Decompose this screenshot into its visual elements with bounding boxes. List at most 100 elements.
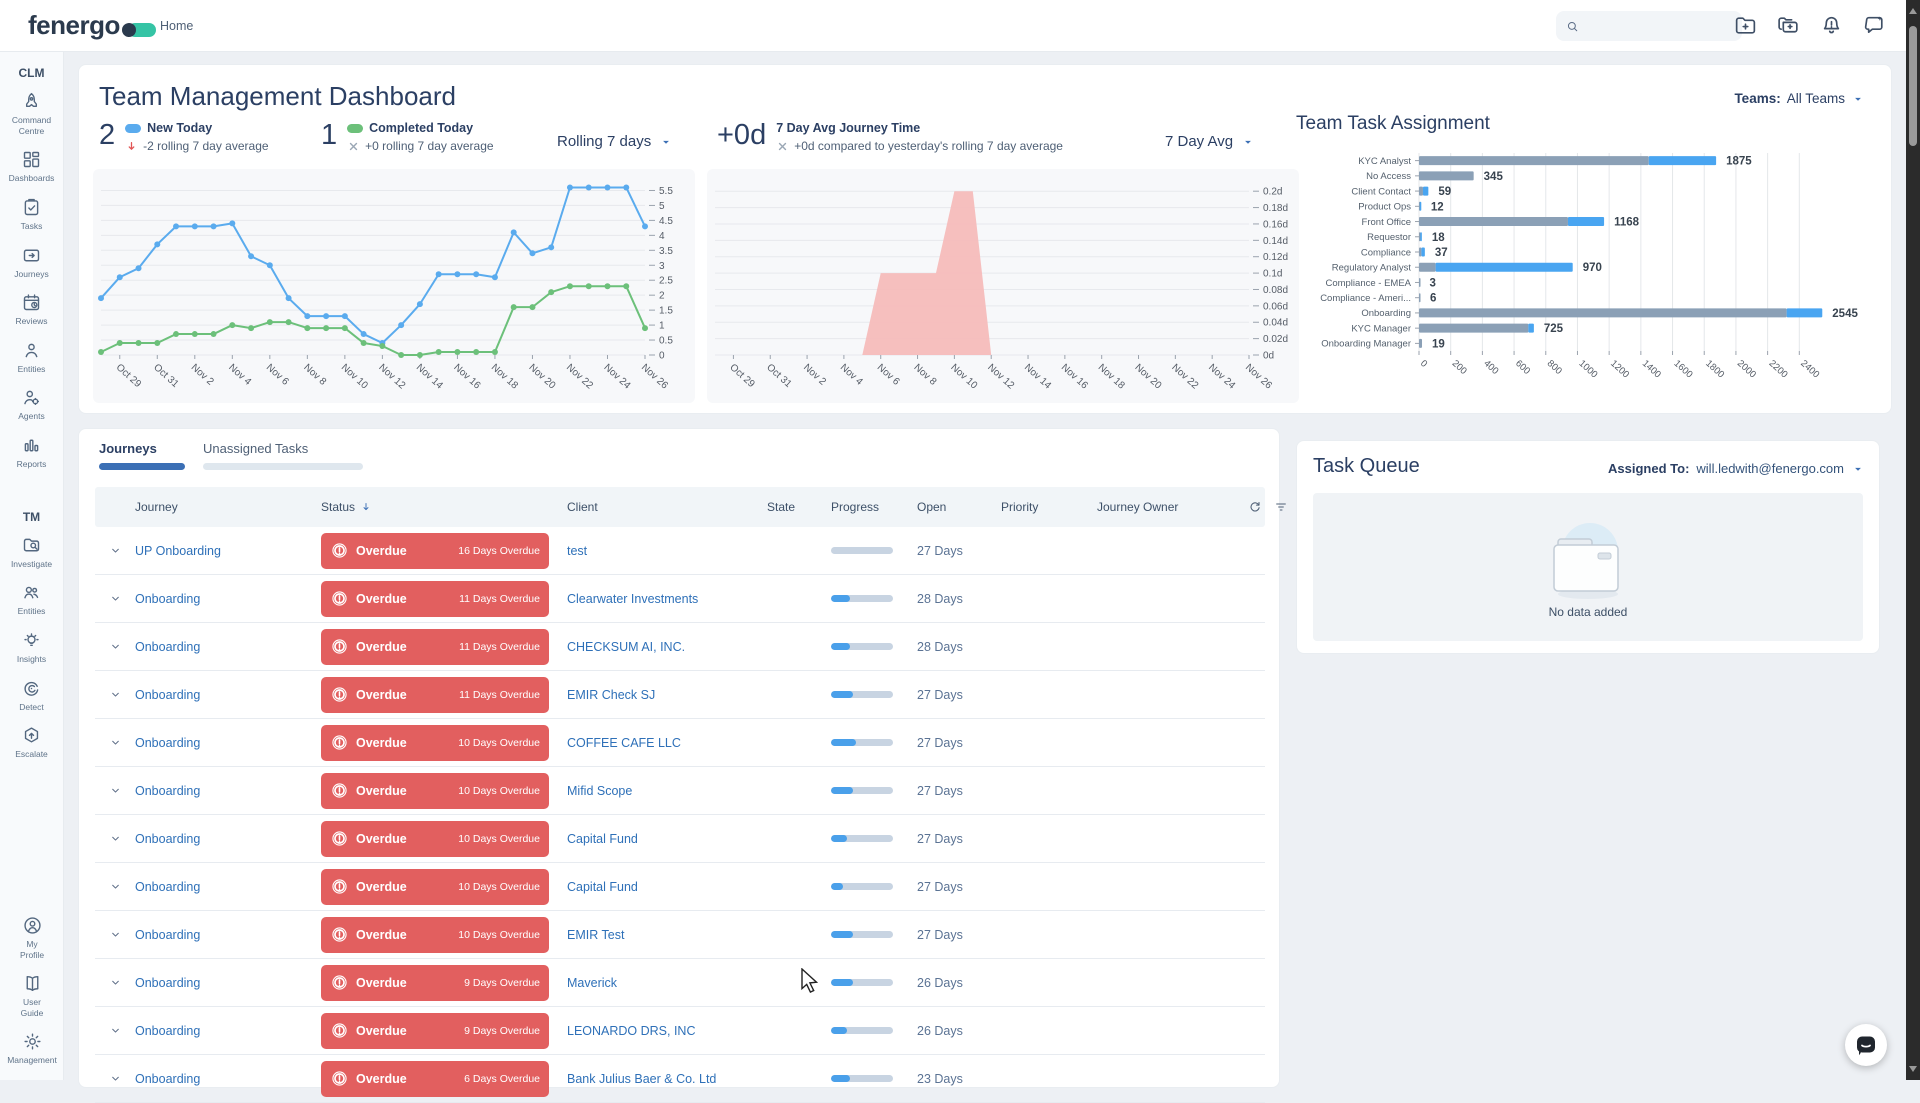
client-link[interactable]: COFFEE CAFE LLC: [567, 736, 681, 750]
sidebar-item-tm-detect[interactable]: Detect: [0, 671, 63, 719]
chevron-down-icon[interactable]: [108, 831, 123, 846]
chevron-down-icon[interactable]: [108, 975, 123, 990]
col-progress[interactable]: Progress: [831, 500, 917, 514]
sidebar-item-my-profile[interactable]: MyProfile: [0, 908, 64, 966]
svg-text:Nov 4: Nov 4: [838, 362, 865, 388]
journey-link[interactable]: Onboarding: [135, 1024, 200, 1038]
table-row[interactable]: OnboardingOverdue9 Days OverdueMaverick2…: [95, 959, 1265, 1007]
journey-link[interactable]: Onboarding: [135, 832, 200, 846]
col-priority[interactable]: Priority: [1001, 500, 1097, 514]
chevron-down-icon[interactable]: [108, 1023, 123, 1038]
filter-icon[interactable]: [1273, 499, 1289, 515]
col-status[interactable]: Status: [321, 500, 567, 514]
sidebar-item-dashboards[interactable]: Dashboards: [0, 142, 63, 190]
chevron-down-icon[interactable]: [108, 927, 123, 942]
journey-link[interactable]: UP Onboarding: [135, 544, 221, 558]
sidebar-item-journeys[interactable]: Journeys: [0, 238, 63, 286]
sidebar-item-tm-escalate[interactable]: Escalate: [0, 718, 63, 766]
table-row[interactable]: OnboardingOverdue10 Days OverdueCapital …: [95, 815, 1265, 863]
journey-link[interactable]: Onboarding: [135, 784, 200, 798]
chat-widget-button[interactable]: [1845, 1024, 1887, 1066]
col-state[interactable]: State: [767, 500, 831, 514]
sidebar-item-tm-investigate[interactable]: Investigate: [0, 528, 63, 576]
tab-journeys[interactable]: Journeys: [99, 441, 185, 470]
scroll-down-arrow[interactable]: [1909, 1066, 1917, 1072]
svg-text:Nov 18: Nov 18: [489, 362, 520, 392]
table-row[interactable]: OnboardingOverdue10 Days OverdueMifid Sc…: [95, 767, 1265, 815]
refresh-icon[interactable]: [1247, 499, 1263, 515]
client-link[interactable]: LEONARDO DRS, INC: [567, 1024, 696, 1038]
sidebar-item-management[interactable]: Management: [0, 1024, 64, 1072]
journey-link[interactable]: Onboarding: [135, 976, 200, 990]
chevron-down-icon[interactable]: [108, 639, 123, 654]
journey-link[interactable]: Onboarding: [135, 880, 200, 894]
client-link[interactable]: Capital Fund: [567, 832, 638, 846]
svg-text:2545: 2545: [1832, 308, 1858, 320]
table-row[interactable]: OnboardingOverdue10 Days OverdueCOFFEE C…: [95, 719, 1265, 767]
sidebar-item-user-guide[interactable]: UserGuide: [0, 966, 64, 1024]
x-mark-icon: [776, 140, 789, 153]
table-row[interactable]: OnboardingOverdue6 Days OverdueBank Juli…: [95, 1055, 1265, 1103]
chevron-down-icon[interactable]: [108, 543, 123, 558]
journey-link[interactable]: Onboarding: [135, 592, 200, 606]
scroll-up-arrow[interactable]: [1909, 8, 1917, 14]
add-folder-icon[interactable]: [1733, 13, 1759, 39]
sidebar-item-reports[interactable]: Reports: [0, 428, 63, 476]
table-row[interactable]: OnboardingOverdue11 Days OverdueCHECKSUM…: [95, 623, 1265, 671]
search-input[interactable]: [1586, 18, 1726, 34]
assistant-chat-icon[interactable]: [1862, 13, 1888, 39]
sidebar-item-tasks[interactable]: Tasks: [0, 190, 63, 238]
svg-text:Nov 10: Nov 10: [948, 362, 979, 392]
chevron-down-icon[interactable]: [108, 1071, 123, 1086]
scroll-thumb[interactable]: [1909, 26, 1917, 146]
sidebar-item-tm-insights[interactable]: Insights: [0, 623, 63, 671]
chevron-down-icon[interactable]: [108, 735, 123, 750]
col-client[interactable]: Client: [567, 500, 767, 514]
teams-dropdown[interactable]: Teams: All Teams: [1734, 91, 1865, 106]
client-link[interactable]: EMIR Check SJ: [567, 688, 655, 702]
journey-link[interactable]: Onboarding: [135, 928, 200, 942]
col-open[interactable]: Open: [917, 500, 1001, 514]
journey-link[interactable]: Onboarding: [135, 1072, 200, 1086]
table-row[interactable]: OnboardingOverdue10 Days OverdueEMIR Tes…: [95, 911, 1265, 959]
table-row[interactable]: UP OnboardingOverdue16 Days Overduetest2…: [95, 527, 1265, 575]
sidebar-item-entities[interactable]: Entities: [0, 333, 63, 381]
notifications-bell-icon[interactable]: [1819, 13, 1845, 39]
client-link[interactable]: EMIR Test: [567, 928, 624, 942]
chevron-down-icon[interactable]: [108, 879, 123, 894]
client-link[interactable]: test: [567, 544, 587, 558]
sidebar-item-tm-entities[interactable]: Entities: [0, 575, 63, 623]
client-link[interactable]: Capital Fund: [567, 880, 638, 894]
svg-text:0.18d: 0.18d: [1263, 203, 1288, 214]
folders-icon[interactable]: [1776, 13, 1802, 39]
journey-link[interactable]: Onboarding: [135, 688, 200, 702]
client-link[interactable]: Mifid Scope: [567, 784, 632, 798]
assigned-to-dropdown[interactable]: Assigned To: will.ledwith@fenergo.com: [1608, 461, 1865, 476]
table-row[interactable]: OnboardingOverdue9 Days OverdueLEONARDO …: [95, 1007, 1265, 1055]
fenergo-logo[interactable]: fenergo: [28, 10, 156, 41]
chevron-down-icon[interactable]: [108, 783, 123, 798]
client-link[interactable]: Clearwater Investments: [567, 592, 698, 606]
client-link[interactable]: Bank Julius Baer & Co. Ltd: [567, 1072, 716, 1086]
table-row[interactable]: OnboardingOverdue10 Days OverdueCapital …: [95, 863, 1265, 911]
avg-range-dropdown[interactable]: 7 Day Avg: [1165, 133, 1255, 150]
journey-link[interactable]: Onboarding: [135, 736, 200, 750]
col-journey-owner[interactable]: Journey Owner: [1097, 500, 1247, 514]
page-scrollbar[interactable]: [1906, 0, 1920, 1080]
tab-unassigned-tasks[interactable]: Unassigned Tasks: [203, 441, 363, 470]
journey-link[interactable]: Onboarding: [135, 640, 200, 654]
chevron-down-icon[interactable]: [108, 687, 123, 702]
sidebar-item-agents[interactable]: Agents: [0, 380, 63, 428]
nav-home[interactable]: Home: [160, 19, 193, 33]
client-link[interactable]: Maverick: [567, 976, 617, 990]
client-link[interactable]: CHECKSUM AI, INC.: [567, 640, 685, 654]
sidebar-item-reviews[interactable]: Reviews: [0, 285, 63, 333]
table-row[interactable]: OnboardingOverdue11 Days OverdueClearwat…: [95, 575, 1265, 623]
chevron-down-icon[interactable]: [108, 591, 123, 606]
sidebar-item-command-centre[interactable]: CommandCentre: [0, 84, 63, 142]
assigned-to-value: will.ledwith@fenergo.com: [1696, 461, 1844, 476]
search-box[interactable]: [1556, 11, 1742, 41]
col-journey[interactable]: Journey: [135, 500, 321, 514]
rolling-range-dropdown[interactable]: Rolling 7 days: [557, 133, 673, 150]
table-row[interactable]: OnboardingOverdue11 Days OverdueEMIR Che…: [95, 671, 1265, 719]
